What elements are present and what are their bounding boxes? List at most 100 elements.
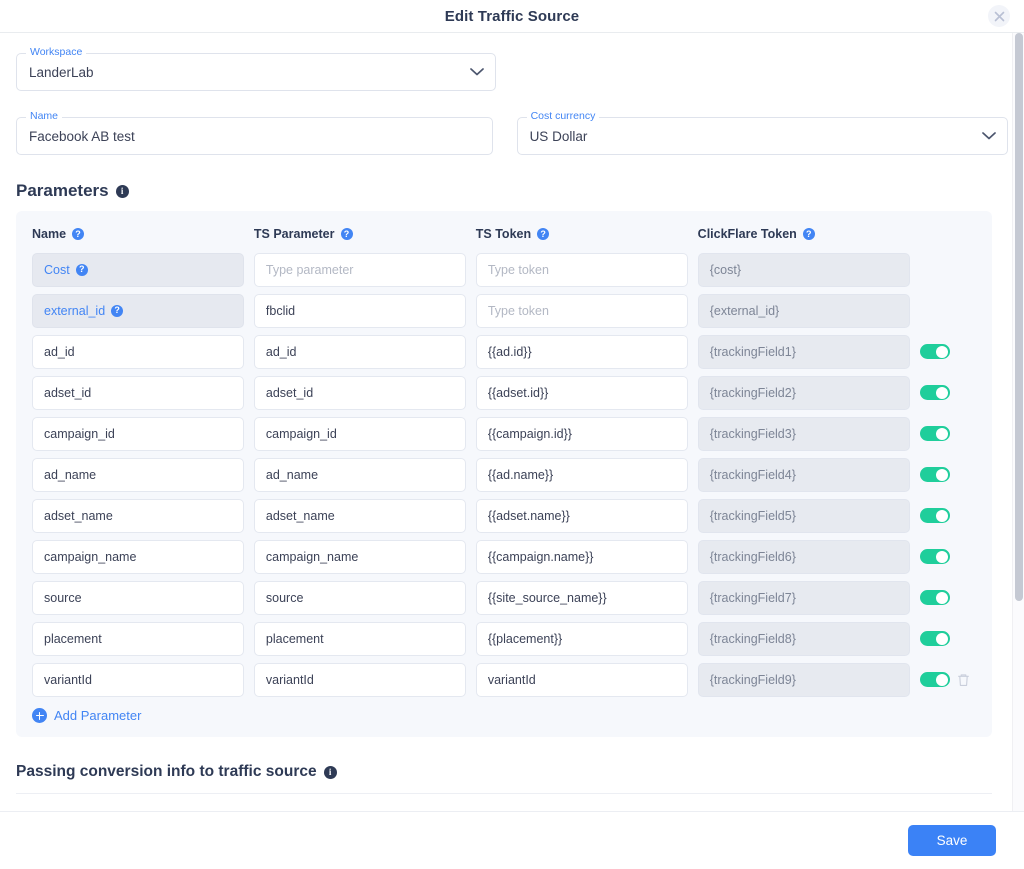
plus-icon [32,708,47,723]
row-ts-parameter-input[interactable]: campaign_name [253,539,466,574]
row-ts-token-input[interactable]: {{campaign.id}} [475,416,688,451]
row-clickflare-token-cell: {cost} [697,252,920,287]
row-clickflare-token-input: {trackingField7} [697,580,910,615]
workspace-select[interactable]: Workspace LanderLab [16,47,496,91]
row-ts-parameter-input[interactable]: fbclid [253,293,466,328]
row-name-value: adset_id [44,385,92,400]
row-ts-token-input[interactable]: {{ad.id}} [475,334,688,369]
row-ts-token-input[interactable]: Type token [475,293,688,328]
row-ts-parameter-cell: source [253,580,476,615]
close-icon[interactable] [988,5,1010,27]
row-ts-token-input[interactable]: {{adset.name}} [475,498,688,533]
row-name-input[interactable]: ad_name [32,457,244,492]
row-actions-cell [919,508,976,523]
name-input[interactable]: Name Facebook AB test [16,111,493,155]
name-value: Facebook AB test [29,128,135,144]
row-ts-token-input[interactable]: {{ad.name}} [475,457,688,492]
row-enable-toggle[interactable] [919,549,950,564]
row-ts-parameter-value: adset_id [265,385,314,400]
row-ts-parameter-input[interactable]: campaign_id [253,416,466,451]
row-clickflare-token-cell: {trackingField9} [697,662,920,697]
row-clickflare-token-value: {trackingField7} [709,590,796,605]
column-header-ts-parameter: TS Parameter ? [254,227,476,241]
row-name-cell: campaign_name [32,539,254,574]
row-ts-token-value: {{campaign.name}} [487,549,594,564]
row-ts-parameter-input[interactable]: adset_id [253,375,466,410]
table-row: campaign_name campaign_name {{campaign.nam… [32,536,976,577]
help-icon[interactable]: ? [340,228,353,240]
table-row: adset_name adset_name {{adset.name}} {track… [32,495,976,536]
row-ts-parameter-input[interactable]: Type parameter [253,252,466,287]
row-name-value: ad_id [44,344,75,359]
row-enable-toggle[interactable] [919,508,950,523]
help-icon[interactable]: ? [802,228,815,240]
row-ts-token-input[interactable]: {{adset.id}} [475,375,688,410]
row-ts-token-input[interactable]: variantId [475,662,688,697]
row-ts-parameter-input[interactable]: placement [253,621,466,656]
cost-currency-select[interactable]: Cost currency US Dollar [516,111,1008,155]
parameters-panel: Name ? TS Parameter ? TS Token ? ClickFl… [16,211,992,737]
row-clickflare-token-value: {trackingField2} [709,385,796,400]
vertical-scrollbar[interactable] [1012,33,1024,811]
row-name-input[interactable]: external_id? [32,293,244,328]
row-clickflare-token-cell: {trackingField8} [697,621,920,656]
help-icon[interactable]: ? [111,304,124,317]
parameters-table-header: Name ? TS Parameter ? TS Token ? ClickFl… [32,211,976,249]
row-enable-toggle[interactable] [919,672,950,687]
row-name-input[interactable]: variantId [32,662,244,697]
row-clickflare-token-input: {trackingField5} [697,498,910,533]
row-name-input[interactable]: source [32,580,244,615]
row-ts-token-input[interactable]: {{site_source_name}} [475,580,688,615]
row-ts-token-cell: Type token [475,252,698,287]
row-ts-parameter-input[interactable]: adset_name [253,498,466,533]
row-ts-parameter-cell: Type parameter [253,252,476,287]
row-enable-toggle[interactable] [919,344,950,359]
info-icon[interactable]: i [323,765,337,779]
row-name-input[interactable]: adset_name [32,498,244,533]
save-button[interactable]: Save [908,825,996,856]
row-clickflare-token-value: {external_id} [709,303,780,318]
row-clickflare-token-cell: {trackingField6} [697,539,920,574]
row-ts-parameter-cell: campaign_id [253,416,476,451]
row-enable-toggle[interactable] [919,590,950,605]
add-parameter-button[interactable]: Add Parameter [32,708,976,723]
row-ts-parameter-input[interactable]: variantId [253,662,466,697]
row-name-cell: variantId [32,662,254,697]
table-row: ad_id ad_id {{ad.id}} {trackingField1} [32,331,976,372]
row-clickflare-token-input: {cost} [697,252,910,287]
scrollbar-thumb[interactable] [1015,33,1023,601]
row-enable-toggle[interactable] [919,631,950,646]
row-clickflare-token-cell: {external_id} [697,293,920,328]
row-actions-cell [919,672,976,687]
workspace-value: LanderLab [29,64,94,80]
row-name-input[interactable]: ad_id [32,334,244,369]
row-enable-toggle[interactable] [919,385,950,400]
row-enable-toggle[interactable] [919,426,950,441]
help-icon[interactable]: ? [72,228,85,240]
help-icon[interactable]: ? [75,263,88,276]
row-ts-parameter-input[interactable]: ad_name [253,457,466,492]
row-name-input[interactable]: adset_id [32,375,244,410]
row-name-cell: external_id? [32,293,254,328]
row-ts-parameter-input[interactable]: ad_id [253,334,466,369]
row-enable-toggle[interactable] [919,467,950,482]
row-ts-token-input[interactable]: {{campaign.name}} [475,539,688,574]
help-icon[interactable]: ? [537,228,550,240]
row-clickflare-token-cell: {trackingField4} [697,457,920,492]
row-name-input[interactable]: campaign_name [32,539,244,574]
conversion-heading: Passing conversion info to traffic sourc… [16,763,992,794]
column-header-ts-token-label: TS Token [475,227,532,241]
delete-icon[interactable] [957,673,970,687]
info-icon[interactable]: i [115,184,129,198]
row-name-value: campaign_id [44,426,115,441]
row-ts-parameter-input[interactable]: source [253,580,466,615]
close-glyph [994,11,1004,21]
row-name-input[interactable]: Cost? [32,252,244,287]
row-ts-token-input[interactable]: Type token [475,252,688,287]
chevron-down-icon [470,68,484,77]
row-ts-token-value: {{ad.id}} [487,344,532,359]
row-ts-token-input[interactable]: {{placement}} [475,621,688,656]
row-name-input[interactable]: campaign_id [32,416,244,451]
row-ts-token-value: variantId [487,672,536,687]
row-name-input[interactable]: placement [32,621,244,656]
